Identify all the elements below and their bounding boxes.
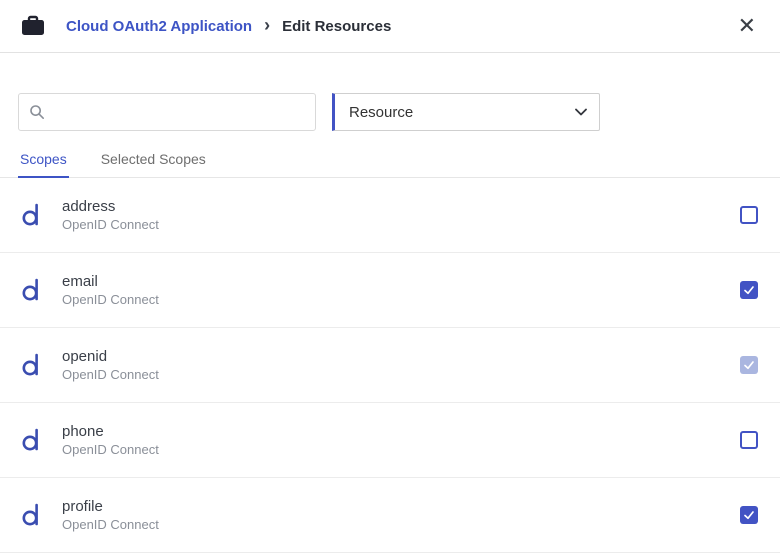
search-icon: [29, 104, 45, 120]
openid-scope-icon: [20, 277, 44, 303]
openid-scope-icon: [20, 352, 44, 378]
scope-row: openid OpenID Connect: [0, 328, 780, 403]
scope-row: email OpenID Connect: [0, 253, 780, 328]
openid-scope-icon: [20, 202, 44, 228]
scope-checkbox: [740, 356, 758, 374]
scope-row: profile OpenID Connect: [0, 478, 780, 553]
scope-type: OpenID Connect: [62, 442, 159, 457]
scope-checkbox[interactable]: [740, 506, 758, 524]
scope-row: phone OpenID Connect: [0, 403, 780, 478]
resource-dropdown[interactable]: Resource: [332, 93, 600, 131]
search-box[interactable]: [18, 93, 316, 131]
scope-text: email OpenID Connect: [62, 273, 159, 307]
breadcrumb-parent-link[interactable]: Cloud OAuth2 Application: [66, 18, 252, 35]
scope-text: phone OpenID Connect: [62, 423, 159, 457]
scope-name: email: [62, 273, 159, 290]
scope-name: profile: [62, 498, 159, 515]
scope-name: address: [62, 198, 159, 215]
chevron-down-icon: [575, 108, 587, 116]
scope-checkbox[interactable]: [740, 206, 758, 224]
briefcase-icon: [20, 14, 46, 38]
search-input[interactable]: [53, 104, 305, 120]
tab-bar: Scopes Selected Scopes: [0, 145, 780, 178]
scope-text: address OpenID Connect: [62, 198, 159, 232]
tab-selected-scopes[interactable]: Selected Scopes: [99, 145, 208, 178]
scope-row: address OpenID Connect: [0, 178, 780, 253]
scope-checkbox[interactable]: [740, 431, 758, 449]
breadcrumb-current: Edit Resources: [282, 18, 391, 35]
scope-name: openid: [62, 348, 159, 365]
dialog-header: Cloud OAuth2 Application › Edit Resource…: [0, 0, 780, 53]
scope-name: phone: [62, 423, 159, 440]
scope-text: openid OpenID Connect: [62, 348, 159, 382]
scope-checkbox[interactable]: [740, 281, 758, 299]
scope-type: OpenID Connect: [62, 217, 159, 232]
scope-list: address OpenID Connect email OpenID Conn…: [0, 178, 780, 553]
toolbar: Resource: [0, 93, 780, 131]
breadcrumb: Cloud OAuth2 Application › Edit Resource…: [66, 18, 391, 35]
chevron-right-icon: ›: [264, 16, 270, 34]
close-icon[interactable]: ✕: [734, 13, 760, 39]
scope-type: OpenID Connect: [62, 367, 159, 382]
tab-scopes[interactable]: Scopes: [18, 145, 69, 178]
scope-type: OpenID Connect: [62, 292, 159, 307]
openid-scope-icon: [20, 502, 44, 528]
scope-type: OpenID Connect: [62, 517, 159, 532]
openid-scope-icon: [20, 427, 44, 453]
scope-text: profile OpenID Connect: [62, 498, 159, 532]
resource-dropdown-value: Resource: [349, 104, 413, 121]
